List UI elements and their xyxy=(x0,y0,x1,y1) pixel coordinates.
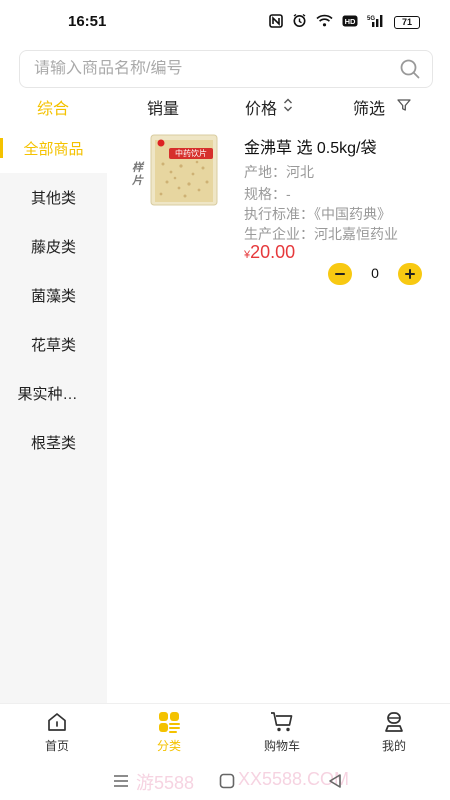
product-standard: 执行标准：《中国药典》 xyxy=(244,206,391,222)
sidebar-item-flower-herb[interactable]: 花草类 xyxy=(0,320,107,369)
nav-home-label: 首页 xyxy=(44,739,69,753)
increase-button[interactable] xyxy=(398,263,422,285)
sidebar-item-all[interactable]: 全部商品 xyxy=(0,124,107,173)
svg-text:5G: 5G xyxy=(367,16,375,22)
category-sidebar: 全部商品 其他类 藤皮类 菌藻类 花草类 果实种子类 根茎类 xyxy=(0,124,107,704)
price-value: 20.00 xyxy=(250,242,296,262)
nfc-icon xyxy=(269,13,283,31)
sort-filter-label: 筛选 xyxy=(353,101,386,118)
sidebar-item-other[interactable]: 其他类 xyxy=(0,173,107,222)
product-title[interactable]: 金沸草 选 0.5kg/袋 xyxy=(244,134,376,158)
category-icon xyxy=(157,710,181,734)
nav-cart-label: 购物车 xyxy=(263,739,300,753)
user-icon xyxy=(382,710,406,734)
sort-sales[interactable]: 销量 xyxy=(147,95,179,119)
sort-sales-label: 销量 xyxy=(147,101,180,118)
product-card[interactable]: 中药饮片 样片 金沸草 选 0.5kg/袋 产地：河北 规格：- 执行标准：《中… xyxy=(107,124,450,294)
product-price: ¥20.00 xyxy=(244,242,295,263)
status-bar: 16:51 HD 5G 71 xyxy=(0,0,450,44)
sidebar-item-root[interactable]: 根茎类 xyxy=(0,418,107,467)
product-spec: 规格：- xyxy=(244,186,291,202)
nav-home[interactable]: 首页 xyxy=(17,710,97,754)
wifi-icon xyxy=(316,14,333,30)
product-image[interactable]: 中药饮片 样片 xyxy=(132,134,237,208)
sidebar-item-label: 花草类 xyxy=(30,337,76,354)
search-box[interactable] xyxy=(19,50,433,88)
product-package-label: 中药饮片 xyxy=(175,149,207,158)
bottom-nav: 首页 分类 购物车 我的 xyxy=(0,703,450,763)
alarm-icon xyxy=(292,13,307,31)
status-time: 16:51 xyxy=(68,13,107,30)
svg-text:HD: HD xyxy=(345,17,356,26)
sort-comprehensive-label: 综合 xyxy=(37,101,70,118)
cart-icon xyxy=(270,710,294,734)
sidebar-item-label: 全部商品 xyxy=(23,141,84,158)
sort-price[interactable]: 价格 xyxy=(245,95,293,119)
sort-arrows-icon xyxy=(283,98,293,117)
plus-icon xyxy=(405,269,415,279)
battery-icon: 71 xyxy=(394,15,420,29)
status-icons: HD 5G 71 xyxy=(269,13,420,31)
decrease-button[interactable] xyxy=(328,263,352,285)
watermark-left: 游5588 xyxy=(136,773,195,793)
product-manufacturer: 生产企业：河北嘉恒药业 xyxy=(244,226,398,242)
home-square-icon[interactable] xyxy=(216,771,238,791)
minus-icon xyxy=(335,273,345,275)
sort-price-label: 价格 xyxy=(245,101,278,118)
sidebar-item-label: 藤皮类 xyxy=(30,239,76,256)
sample-badge: 样片 xyxy=(132,162,143,187)
nav-mine-label: 我的 xyxy=(381,739,406,753)
sidebar-item-label: 根茎类 xyxy=(30,435,76,452)
home-icon xyxy=(45,710,69,734)
quantity-value: 0 xyxy=(371,265,379,281)
sidebar-item-vine-bark[interactable]: 藤皮类 xyxy=(0,222,107,271)
sort-bar: 综合 销量 价格 筛选 xyxy=(0,92,450,120)
menu-icon[interactable] xyxy=(110,771,132,791)
sidebar-item-label: 其他类 xyxy=(30,190,76,207)
nav-category[interactable]: 分类 xyxy=(129,710,209,754)
signal-icon: 5G xyxy=(367,14,385,30)
sort-filter[interactable]: 筛选 xyxy=(353,95,411,119)
sidebar-item-label: 菌藻类 xyxy=(30,288,76,305)
product-origin: 产地：河北 xyxy=(244,164,314,180)
system-nav-bar: 游5588 XX5588.COM xyxy=(0,763,450,800)
sidebar-item-fungi-algae[interactable]: 菌藻类 xyxy=(0,271,107,320)
sidebar-item-label: 果实种子类 xyxy=(17,386,90,403)
sort-comprehensive[interactable]: 综合 xyxy=(37,95,69,119)
hd-icon: HD xyxy=(342,15,358,30)
nav-cart[interactable]: 购物车 xyxy=(242,710,322,754)
filter-icon xyxy=(397,98,411,117)
sidebar-item-fruit-seed[interactable]: 果实种子类 xyxy=(0,369,107,418)
quantity-stepper: 0 xyxy=(328,263,422,285)
search-input[interactable] xyxy=(34,60,392,78)
nav-category-label: 分类 xyxy=(156,739,181,753)
back-icon[interactable] xyxy=(324,771,346,791)
search-icon[interactable] xyxy=(392,51,428,87)
nav-mine[interactable]: 我的 xyxy=(354,710,434,754)
